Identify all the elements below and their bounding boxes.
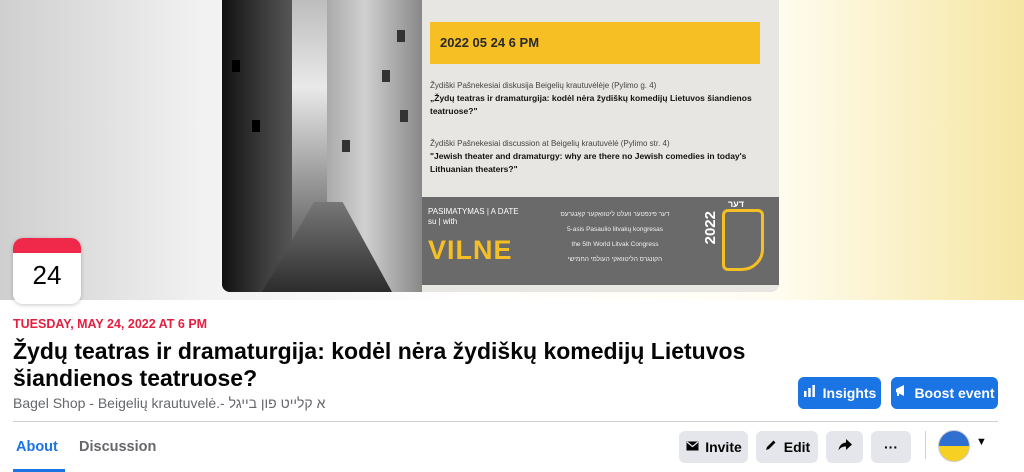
poster-band-line2: su | with bbox=[428, 217, 458, 226]
boost-event-label: Boost event bbox=[914, 385, 995, 401]
poster-year: 2022 bbox=[702, 211, 719, 245]
congress-line-1: דער פינפטער וועלט ליטוואַקער קאָנגרעס bbox=[560, 211, 670, 218]
edit-label: Edit bbox=[783, 439, 811, 455]
poster-en-title: "Jewish theater and dramaturgy: why are … bbox=[430, 151, 747, 174]
caret-down-icon[interactable]: ▼ bbox=[976, 436, 987, 448]
poster-datetime: 2022 05 24 6 PM bbox=[430, 22, 760, 64]
poster-band-line1: PASIMATYMAS | A DATE bbox=[428, 207, 519, 216]
congress-line-4: הקונגרס הליטוואקי העולמי החמישי bbox=[567, 256, 663, 263]
more-options-button[interactable]: ··· bbox=[871, 431, 911, 463]
invite-label: Invite bbox=[705, 439, 742, 455]
poster-sponsor-strip bbox=[422, 285, 779, 292]
boost-event-button[interactable]: Boost event bbox=[891, 377, 998, 409]
congress-logo-icon bbox=[722, 209, 764, 271]
more-icon: ··· bbox=[884, 439, 898, 455]
window bbox=[382, 70, 390, 82]
poster-en-text: Žydiški Pašnekesiai discussion at Beigel… bbox=[430, 138, 760, 176]
envelope-icon bbox=[685, 431, 699, 463]
poster-lt-text: Žydiški Pašnekesiai diskusija Beigelių k… bbox=[430, 80, 760, 118]
poster-lt-intro: Žydiški Pašnekesiai diskusija Beigelių k… bbox=[430, 81, 657, 90]
building-left bbox=[222, 0, 292, 292]
insights-label: Insights bbox=[822, 385, 877, 401]
window bbox=[400, 110, 408, 122]
tab-discussion[interactable]: Discussion bbox=[79, 439, 156, 455]
calendar-header bbox=[13, 238, 81, 253]
poster-congress-text: דער פינפטער וועלט ליטוואַקער קאָנגרעס 5-… bbox=[540, 207, 690, 267]
insights-button[interactable]: Insights bbox=[798, 377, 881, 409]
bar-chart-icon bbox=[803, 377, 817, 409]
poster-lt-title: „Žydų teatras ir dramaturgija: kodėl nėr… bbox=[430, 93, 752, 116]
window bbox=[342, 140, 350, 152]
event-host-link[interactable]: Bagel Shop - Beigelių krautuvelė.- א קלי… bbox=[13, 395, 325, 411]
congress-logo-text: דער bbox=[728, 199, 744, 209]
event-title: Žydų teatras ir dramaturgija: kodėl nėra… bbox=[13, 338, 746, 391]
megaphone-icon bbox=[894, 377, 908, 409]
edit-button[interactable]: Edit bbox=[756, 431, 818, 463]
share-arrow-icon bbox=[838, 431, 852, 463]
poster-info-panel: 2022 05 24 6 PM Žydiški Pašnekesiai disk… bbox=[422, 0, 779, 292]
street-photo bbox=[222, 0, 422, 292]
calendar-day: 24 bbox=[32, 260, 62, 290]
poster-vilne: VILNE bbox=[428, 235, 513, 265]
page-avatar[interactable] bbox=[938, 430, 970, 462]
event-cover-photo[interactable]: 2022 05 24 6 PM Žydiški Pašnekesiai disk… bbox=[222, 0, 779, 292]
header-divider bbox=[13, 421, 998, 422]
calendar-icon: 24 bbox=[13, 238, 81, 304]
window bbox=[232, 60, 240, 72]
congress-line-2: 5-asis Pasaulio litvakų kongresas bbox=[566, 226, 664, 233]
poster-en-intro: Žydiški Pašnekesiai discussion at Beigel… bbox=[430, 139, 670, 148]
poster-footer-band: PASIMATYMAS | A DATE su | with VILNE דער… bbox=[422, 197, 779, 285]
tab-about[interactable]: About bbox=[16, 439, 58, 455]
window bbox=[252, 120, 260, 132]
event-date: TUESDAY, MAY 24, 2022 AT 6 PM bbox=[13, 317, 208, 331]
poster-date-with: PASIMATYMAS | A DATE su | with bbox=[428, 207, 519, 227]
pencil-icon bbox=[764, 431, 778, 463]
congress-line-3: the 5th World Litvak Congress bbox=[571, 241, 659, 248]
actions-separator bbox=[925, 431, 926, 459]
window bbox=[397, 30, 405, 42]
invite-button[interactable]: Invite bbox=[679, 431, 748, 463]
share-button[interactable] bbox=[826, 431, 863, 463]
